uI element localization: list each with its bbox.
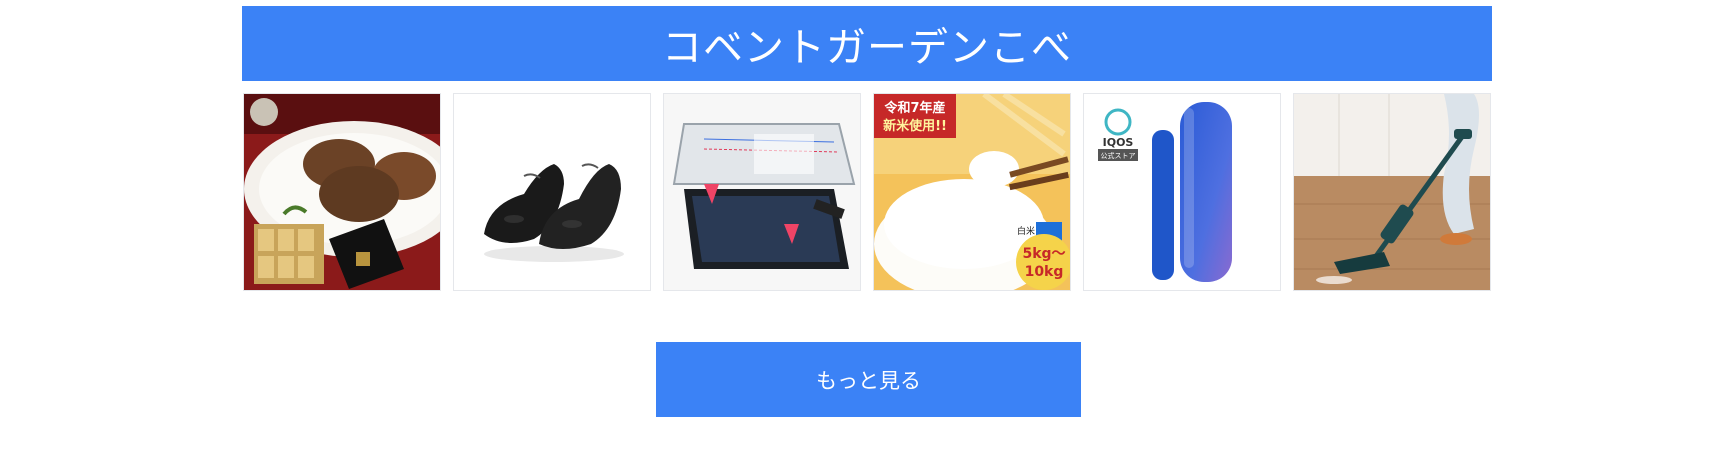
hamburg-steak-image [244, 94, 440, 290]
rice-weight-line2: 10kg [1025, 264, 1064, 280]
rice-image: 令和7年産 新米使用!! 白米 5kg～ 10kg [874, 94, 1070, 290]
iqos-device-image: IQOS 公式ストア [1084, 94, 1280, 290]
iqos-sub-label: 公式ストア [1101, 151, 1136, 160]
product-grid: 令和7年産 新米使用!! 白米 5kg～ 10kg IQOS 公式ストア [243, 93, 1492, 292]
product-card-hamburg-steak[interactable] [243, 93, 441, 291]
show-more-button[interactable]: もっと見る [656, 342, 1081, 417]
screen-protector-image [664, 94, 860, 290]
rice-badge-line2: 新米使用!! [883, 118, 947, 134]
rice-badge-line1: 令和7年産 [884, 100, 945, 116]
rice-weight-line1: 5kg～ [1022, 246, 1065, 262]
product-card-wet-vacuum[interactable] [1293, 93, 1491, 291]
shop-header: コベントガーデンこべ [242, 6, 1492, 81]
product-card-screen-protector[interactable] [663, 93, 861, 291]
rice-tag: 白米 [1017, 225, 1035, 237]
wet-vacuum-image [1294, 94, 1490, 290]
leather-shoes-image [454, 94, 650, 290]
iqos-brand-text: IQOS [1103, 136, 1134, 149]
product-card-rice[interactable]: 令和7年産 新米使用!! 白米 5kg～ 10kg [873, 93, 1071, 291]
product-card-leather-shoes[interactable] [453, 93, 651, 291]
shop-title: コベントガーデンこべ [662, 24, 1072, 71]
product-card-iqos[interactable]: IQOS 公式ストア [1083, 93, 1281, 291]
